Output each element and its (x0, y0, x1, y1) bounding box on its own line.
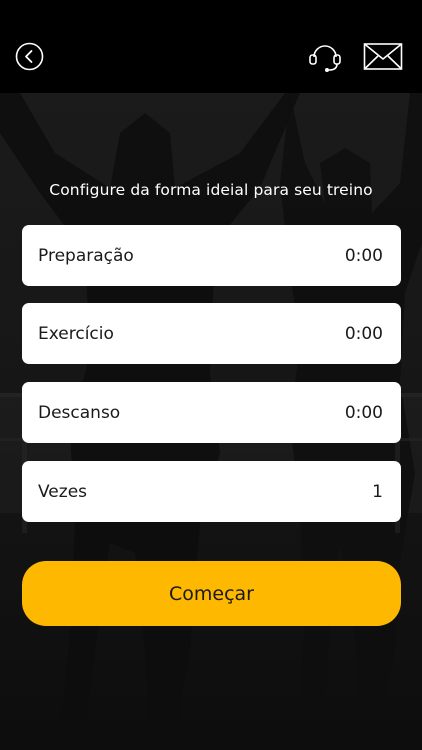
setting-label: Descanso (38, 402, 121, 423)
envelope-icon[interactable] (363, 42, 403, 71)
start-button[interactable]: Começar (22, 561, 401, 626)
setting-row-descanso[interactable]: Descanso 0:00 (22, 382, 401, 443)
setting-row-preparacao[interactable]: Preparação 0:00 (22, 225, 401, 286)
setting-label: Exercício (38, 323, 114, 344)
top-bar (0, 0, 422, 93)
setting-row-exercicio[interactable]: Exercício 0:00 (22, 303, 401, 364)
headset-icon[interactable] (307, 40, 343, 74)
setting-value: 1 (372, 481, 383, 502)
page-subtitle: Configure da forma ideial para seu trein… (49, 181, 373, 199)
setting-value: 0:00 (344, 245, 383, 266)
setting-label: Preparação (38, 245, 134, 266)
back-icon[interactable] (15, 42, 44, 71)
main-content: Configure da forma ideial para seu trein… (0, 93, 422, 750)
setting-value: 0:00 (344, 323, 383, 344)
setting-label: Vezes (38, 481, 88, 502)
setting-value: 0:00 (344, 402, 383, 423)
setting-row-vezes[interactable]: Vezes 1 (22, 461, 401, 522)
